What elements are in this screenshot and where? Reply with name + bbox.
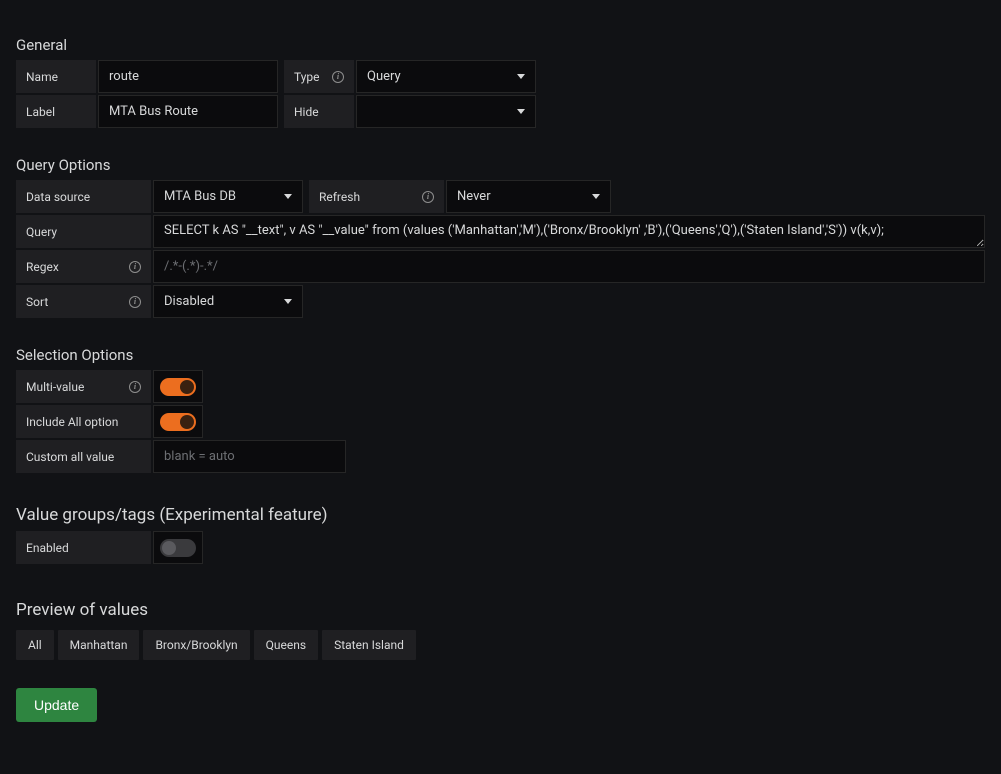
section-title-value-groups: Value groups/tags (Experimental feature)	[16, 505, 985, 525]
section-title-query-options: Query Options	[16, 156, 985, 174]
chevron-down-icon	[284, 194, 292, 199]
multivalue-toggle-cell	[153, 370, 203, 403]
preview-chips: AllManhattanBronx/BrooklynQueensStaten I…	[16, 630, 985, 660]
includeall-label: Include All option	[16, 405, 151, 438]
enabled-toggle-cell	[153, 531, 203, 564]
preview-chip: All	[16, 630, 54, 660]
preview-chip: Queens	[254, 630, 318, 660]
query-label: Query	[16, 215, 151, 248]
refresh-label: Refresh	[309, 180, 444, 213]
sort-select[interactable]: Disabled	[153, 285, 303, 318]
customall-input[interactable]	[153, 440, 346, 473]
multivalue-label: Multi-value	[16, 370, 151, 403]
sort-label: Sort	[16, 285, 151, 318]
chevron-down-icon	[517, 109, 525, 114]
type-select[interactable]: Query	[356, 60, 536, 93]
name-input[interactable]	[98, 60, 278, 93]
name-label: Name	[16, 60, 96, 93]
regex-input[interactable]	[153, 250, 985, 283]
section-title-preview: Preview of values	[16, 600, 985, 620]
section-title-general: General	[16, 36, 985, 54]
includeall-toggle-cell	[153, 405, 203, 438]
update-button[interactable]: Update	[16, 688, 97, 722]
preview-chip: Staten Island	[322, 630, 416, 660]
label-label: Label	[16, 95, 96, 128]
refresh-select[interactable]: Never	[446, 180, 611, 213]
datasource-select[interactable]: MTA Bus DB	[153, 180, 303, 213]
includeall-toggle[interactable]	[160, 413, 196, 431]
enabled-toggle[interactable]	[160, 539, 196, 557]
hide-label: Hide	[284, 95, 354, 128]
preview-chip: Manhattan	[58, 630, 140, 660]
chevron-down-icon	[592, 194, 600, 199]
chevron-down-icon	[284, 299, 292, 304]
type-label: Type	[284, 60, 354, 93]
info-icon[interactable]	[332, 71, 344, 83]
regex-label: Regex	[16, 250, 151, 283]
info-icon[interactable]	[129, 381, 141, 393]
section-title-selection-options: Selection Options	[16, 346, 985, 364]
query-input[interactable]: SELECT k AS "__text", v AS "__value" fro…	[153, 215, 985, 248]
multivalue-toggle[interactable]	[160, 378, 196, 396]
customall-label: Custom all value	[16, 440, 151, 473]
preview-chip: Bronx/Brooklyn	[143, 630, 249, 660]
label-input[interactable]	[98, 95, 278, 128]
chevron-down-icon	[517, 74, 525, 79]
hide-select[interactable]	[356, 95, 536, 128]
info-icon[interactable]	[129, 296, 141, 308]
datasource-label: Data source	[16, 180, 151, 213]
info-icon[interactable]	[129, 261, 141, 273]
enabled-label: Enabled	[16, 531, 151, 564]
info-icon[interactable]	[422, 191, 434, 203]
